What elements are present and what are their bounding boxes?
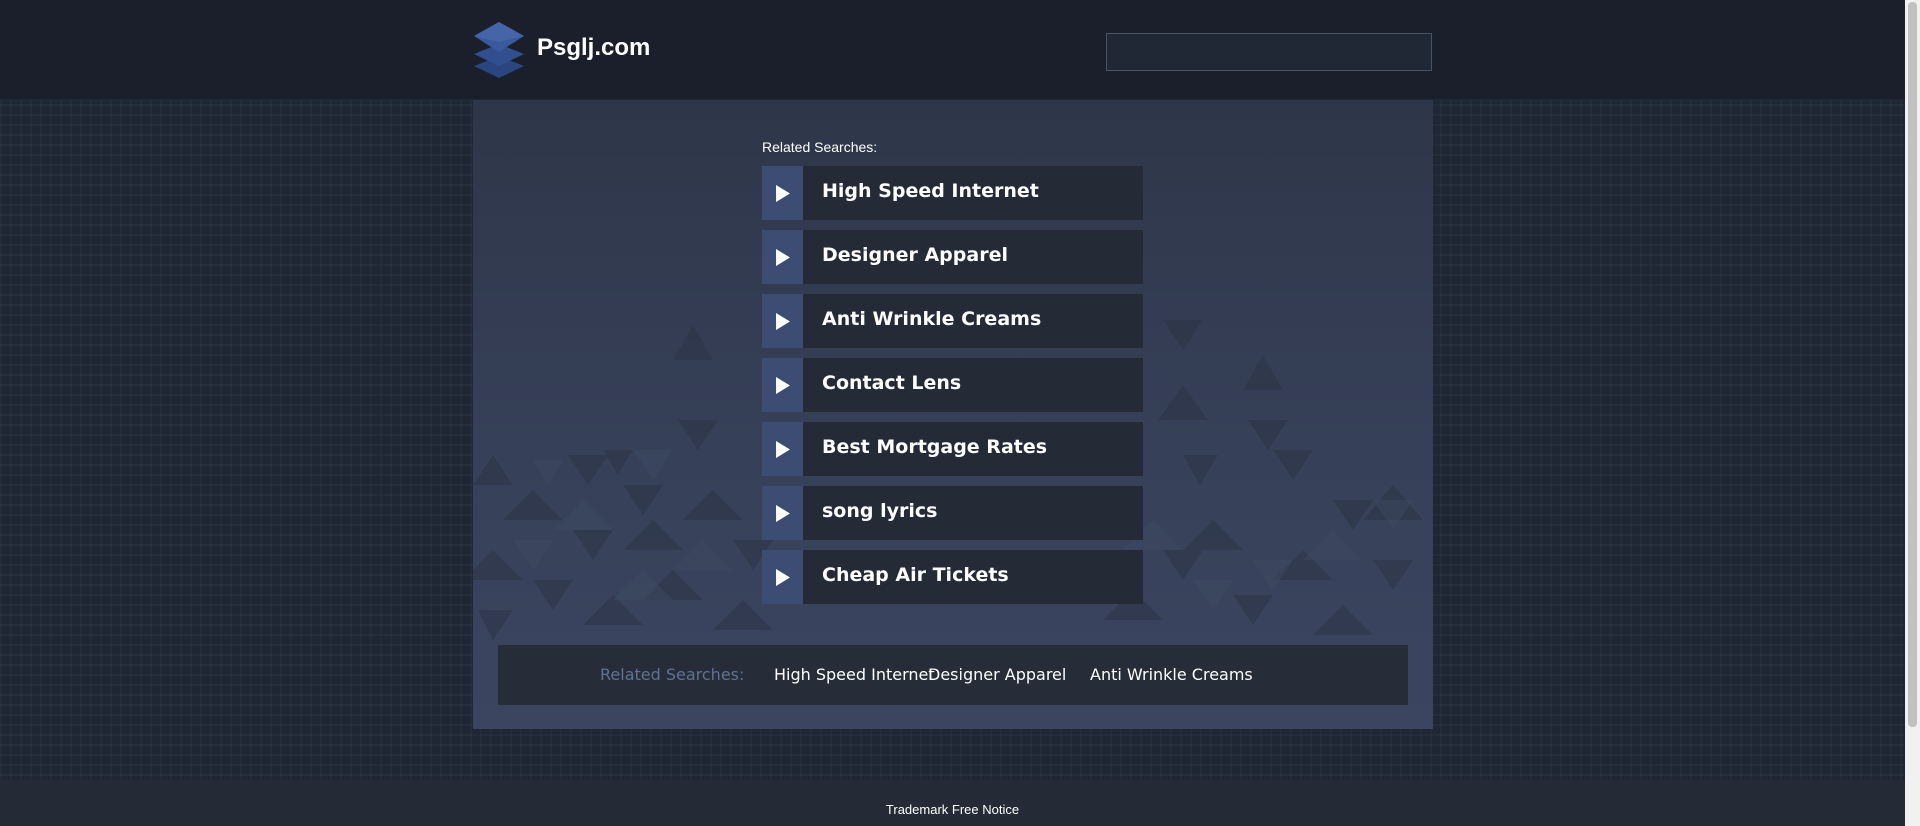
trademark-notice-link[interactable]: Trademark Free Notice — [0, 802, 1905, 817]
related-search-label: Best Mortgage Rates — [822, 436, 1048, 458]
play-arrow-icon — [776, 377, 790, 394]
play-arrow-icon — [776, 441, 790, 458]
related-search-item[interactable]: song lyrics — [762, 486, 1143, 540]
bottom-related-link[interactable]: High Speed Internet — [774, 665, 935, 684]
related-search-label: Contact Lens — [822, 372, 962, 394]
related-search-label: Cheap Air Tickets — [822, 564, 1009, 586]
arrow-box — [762, 230, 803, 284]
related-search-label: Anti Wrinkle Creams — [822, 308, 1042, 330]
related-search-item[interactable]: High Speed Internet — [762, 166, 1143, 220]
bottom-related-link[interactable]: Designer Apparel — [928, 665, 1066, 684]
related-search-item[interactable]: Cheap Air Tickets — [762, 550, 1143, 604]
vertical-scrollbar[interactable] — [1905, 0, 1920, 826]
play-arrow-icon — [776, 569, 790, 586]
related-search-item[interactable]: Contact Lens — [762, 358, 1143, 412]
bottom-related-heading: Related Searches: — [600, 665, 745, 684]
related-search-label: Designer Apparel — [822, 244, 1008, 266]
related-searches-list: High Speed Internet Designer Apparel Ant… — [762, 166, 1143, 614]
bottom-related-link[interactable]: Anti Wrinkle Creams — [1090, 665, 1253, 684]
play-arrow-icon — [776, 185, 790, 202]
arrow-box — [762, 294, 803, 348]
related-search-label: High Speed Internet — [822, 180, 1039, 202]
arrow-box — [762, 166, 803, 220]
play-arrow-icon — [776, 505, 790, 522]
related-search-item[interactable]: Designer Apparel — [762, 230, 1143, 284]
page: Psglj.com Related Searches: High Speed I… — [0, 0, 1920, 826]
related-search-item[interactable]: Anti Wrinkle Creams — [762, 294, 1143, 348]
arrow-box — [762, 550, 803, 604]
related-searches-heading: Related Searches: — [762, 139, 878, 155]
arrow-box — [762, 358, 803, 412]
related-search-item[interactable]: Best Mortgage Rates — [762, 422, 1143, 476]
site-brand[interactable]: Psglj.com — [537, 34, 650, 62]
arrow-box — [762, 422, 803, 476]
stacked-layers-icon[interactable] — [472, 20, 526, 80]
header-bar: Psglj.com — [0, 0, 1905, 99]
play-arrow-icon — [776, 313, 790, 330]
main-panel: Related Searches: High Speed Internet De… — [473, 100, 1433, 729]
bottom-related-bar: Related Searches: High Speed Internet De… — [498, 645, 1408, 705]
arrow-box — [762, 486, 803, 540]
play-arrow-icon — [776, 249, 790, 266]
related-search-label: song lyrics — [822, 500, 938, 522]
scrollbar-thumb[interactable] — [1908, 2, 1917, 727]
footer: Trademark Free Notice — [0, 780, 1905, 826]
search-input[interactable] — [1106, 33, 1432, 71]
